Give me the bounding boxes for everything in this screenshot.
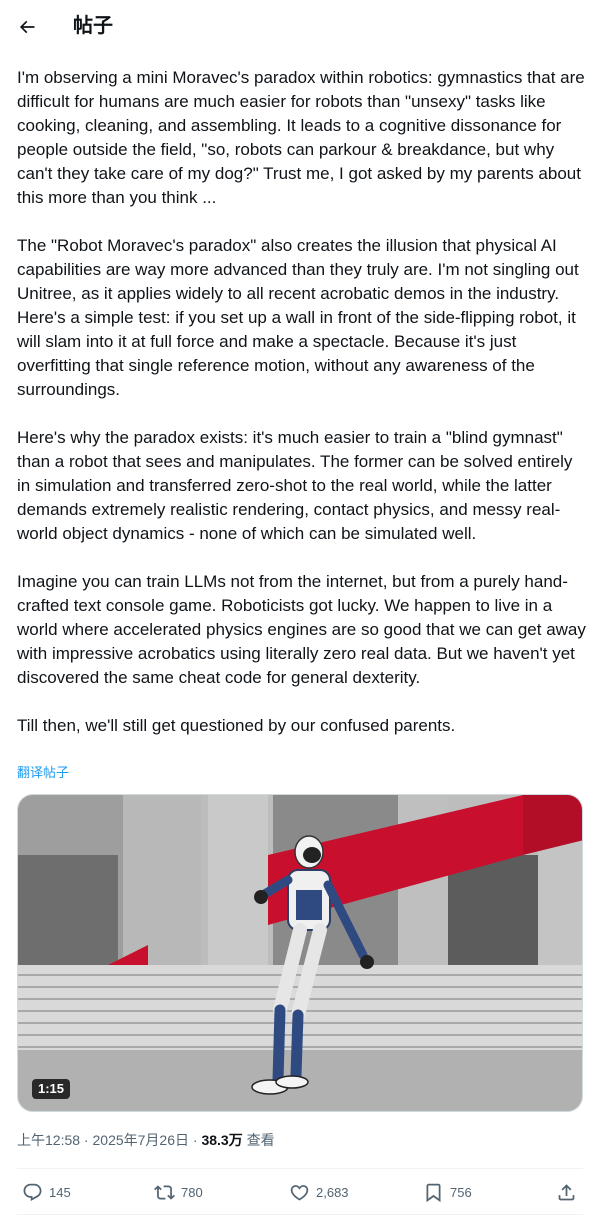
bookmark-button[interactable]: 756 bbox=[423, 1170, 472, 1214]
divider bbox=[17, 1214, 583, 1215]
video-player[interactable]: 1:15 bbox=[17, 794, 583, 1112]
reply-icon bbox=[23, 1183, 42, 1201]
post-paragraph: Till then, we'll still get questioned by… bbox=[17, 716, 456, 735]
post-meta: 上午12:58 · 2025年7月26日 · 38.3万 查看 bbox=[17, 1130, 275, 1150]
divider bbox=[17, 1168, 583, 1169]
meta-separator: · bbox=[80, 1132, 93, 1148]
back-button[interactable] bbox=[9, 9, 45, 45]
post-paragraph: I'm observing a mini Moravec's paradox w… bbox=[17, 68, 590, 207]
share-icon bbox=[558, 1183, 575, 1200]
post-time[interactable]: 上午12:58 bbox=[17, 1132, 80, 1148]
top-bar: 帖子 bbox=[0, 0, 599, 53]
like-button[interactable]: 2,683 bbox=[289, 1170, 349, 1214]
reply-count: 145 bbox=[49, 1184, 71, 1200]
page-title: 帖子 bbox=[73, 15, 113, 37]
repost-button[interactable]: 780 bbox=[154, 1170, 203, 1214]
post-paragraph: The "Robot Moravec's paradox" also creat… bbox=[17, 236, 584, 399]
post-text: I'm observing a mini Moravec's paradox w… bbox=[17, 66, 587, 738]
post-paragraph: Here's why the paradox exists: it's much… bbox=[17, 428, 578, 543]
view-count: 38.3万 bbox=[201, 1132, 243, 1148]
translate-post-link[interactable]: 翻译帖子 bbox=[17, 765, 69, 781]
video-thumbnail bbox=[18, 795, 582, 1111]
bookmark-count: 756 bbox=[450, 1184, 472, 1200]
repost-icon bbox=[154, 1184, 175, 1200]
meta-separator: · bbox=[189, 1132, 202, 1148]
view-label: 查看 bbox=[242, 1132, 275, 1148]
like-count: 2,683 bbox=[316, 1184, 349, 1200]
bookmark-icon bbox=[426, 1183, 441, 1202]
post-date[interactable]: 2025年7月26日 bbox=[93, 1132, 190, 1148]
arrow-left-icon bbox=[19, 20, 35, 34]
post-paragraph: Imagine you can train LLMs not from the … bbox=[17, 572, 591, 687]
video-duration-badge: 1:15 bbox=[32, 1079, 71, 1099]
reply-button[interactable]: 145 bbox=[22, 1170, 71, 1214]
repost-count: 780 bbox=[181, 1184, 203, 1200]
action-bar: 145 780 2,683 756 bbox=[0, 1170, 599, 1214]
share-button[interactable] bbox=[556, 1170, 577, 1214]
heart-icon bbox=[290, 1184, 309, 1201]
